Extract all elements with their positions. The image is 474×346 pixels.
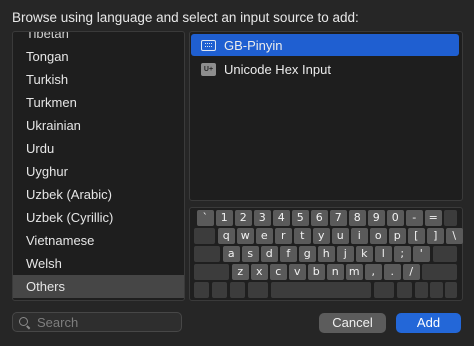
keyboard-key: 4 bbox=[273, 210, 290, 226]
input-source-label: GB-Pinyin bbox=[224, 37, 283, 53]
keyboard-key: [ bbox=[408, 228, 425, 244]
language-item[interactable]: Uzbek (Cyrillic) bbox=[13, 206, 184, 229]
language-item[interactable]: Welsh bbox=[13, 252, 184, 275]
keyboard-key: = bbox=[425, 210, 442, 226]
modifier-key bbox=[194, 282, 209, 298]
modifier-key bbox=[422, 264, 457, 280]
language-item[interactable]: Others bbox=[13, 275, 184, 298]
unicode-hex-icon: U+ bbox=[201, 62, 216, 76]
dialog-heading: Browse using language and select an inpu… bbox=[12, 10, 359, 25]
keyboard-key: 6 bbox=[311, 210, 328, 226]
keyboard-key: c bbox=[270, 264, 287, 280]
language-item[interactable]: Urdu bbox=[13, 137, 184, 160]
keyboard-key: / bbox=[403, 264, 420, 280]
keyboard-key: . bbox=[384, 264, 401, 280]
modifier-key bbox=[271, 282, 371, 298]
keyboard-key: z bbox=[232, 264, 249, 280]
keyboard-key: e bbox=[256, 228, 273, 244]
modifier-key bbox=[397, 282, 412, 298]
keyboard-key: a bbox=[223, 246, 240, 262]
search-field[interactable] bbox=[12, 312, 182, 332]
keyboard-key: o bbox=[370, 228, 387, 244]
keyboard-key: 9 bbox=[368, 210, 385, 226]
modifier-key bbox=[444, 210, 457, 226]
keyboard-key: u bbox=[332, 228, 349, 244]
keyboard-key: j bbox=[337, 246, 354, 262]
language-item[interactable]: Vietnamese bbox=[13, 229, 184, 252]
modifier-key bbox=[374, 282, 394, 298]
keyboard-key: i bbox=[351, 228, 368, 244]
keyboard-key: h bbox=[318, 246, 335, 262]
keyboard-key: ; bbox=[394, 246, 411, 262]
keyboard-key: 1 bbox=[216, 210, 233, 226]
keyboard-key: 2 bbox=[235, 210, 252, 226]
input-source-dialog: Browse using language and select an inpu… bbox=[0, 0, 474, 346]
search-input[interactable] bbox=[37, 314, 177, 330]
input-source-label: Unicode Hex Input bbox=[224, 61, 331, 77]
keyboard-key: s bbox=[242, 246, 259, 262]
keyboard-key: \ bbox=[446, 228, 463, 244]
keyboard-key: q bbox=[218, 228, 235, 244]
language-item[interactable]: Uzbek (Arabic) bbox=[13, 183, 184, 206]
keyboard-key: y bbox=[313, 228, 330, 244]
keyboard-key: ] bbox=[427, 228, 444, 244]
keyboard-key: w bbox=[237, 228, 254, 244]
language-item[interactable]: Uyghur bbox=[13, 160, 184, 183]
keyboard-key: x bbox=[251, 264, 268, 280]
keyboard-key: d bbox=[261, 246, 278, 262]
language-item[interactable]: Tongan bbox=[13, 45, 184, 68]
language-item[interactable]: Ukrainian bbox=[13, 114, 184, 137]
keyboard-key: g bbox=[299, 246, 316, 262]
keyboard-key: - bbox=[406, 210, 423, 226]
keyboard-key: k bbox=[356, 246, 373, 262]
language-list[interactable]: Tibetan Tongan Turkish Turkmen Ukrainian Urdu… bbox=[12, 31, 185, 301]
keyboard-key: 8 bbox=[349, 210, 366, 226]
add-button[interactable]: Add bbox=[396, 313, 461, 333]
keyboard-key: 3 bbox=[254, 210, 271, 226]
keyboard-key: b bbox=[308, 264, 325, 280]
search-icon bbox=[19, 317, 28, 326]
input-source-item[interactable]: GB-Pinyin bbox=[191, 34, 459, 56]
keyboard-key: , bbox=[365, 264, 382, 280]
keyboard-preview: ` 1 2 3 4 5 6 7 8 9 0- = q w e r t y u i o p[] \ a s d f g h j k l; ' z x c… bbox=[189, 207, 463, 301]
modifier-key bbox=[415, 282, 428, 298]
keyboard-key: m bbox=[346, 264, 363, 280]
modifier-key bbox=[194, 246, 220, 262]
modifier-key bbox=[430, 282, 443, 298]
keyboard-key: 5 bbox=[292, 210, 309, 226]
keyboard-key: ` bbox=[197, 210, 214, 226]
keyboard-key: ' bbox=[413, 246, 430, 262]
keyboard-key: t bbox=[294, 228, 311, 244]
keyboard-icon bbox=[201, 39, 216, 51]
modifier-key bbox=[194, 264, 229, 280]
keyboard-key: 0 bbox=[387, 210, 404, 226]
keyboard-key: v bbox=[289, 264, 306, 280]
modifier-key bbox=[248, 282, 268, 298]
modifier-key bbox=[194, 228, 215, 244]
keyboard-key: r bbox=[275, 228, 292, 244]
language-item[interactable]: Turkish bbox=[13, 68, 184, 91]
keyboard-key: f bbox=[280, 246, 297, 262]
input-source-list[interactable]: GB-Pinyin U+ Unicode Hex Input bbox=[189, 31, 463, 201]
keyboard-key: l bbox=[375, 246, 392, 262]
modifier-key bbox=[212, 282, 227, 298]
modifier-key bbox=[433, 246, 457, 262]
language-item[interactable]: Tibetan bbox=[13, 32, 184, 45]
keyboard-key: n bbox=[327, 264, 344, 280]
language-item[interactable]: Turkmen bbox=[13, 91, 184, 114]
modifier-key bbox=[230, 282, 245, 298]
keyboard-key: p bbox=[389, 228, 406, 244]
input-source-item[interactable]: U+ Unicode Hex Input bbox=[191, 58, 459, 80]
modifier-key bbox=[445, 282, 457, 298]
keyboard-key: 7 bbox=[330, 210, 347, 226]
cancel-button[interactable]: Cancel bbox=[319, 313, 386, 333]
